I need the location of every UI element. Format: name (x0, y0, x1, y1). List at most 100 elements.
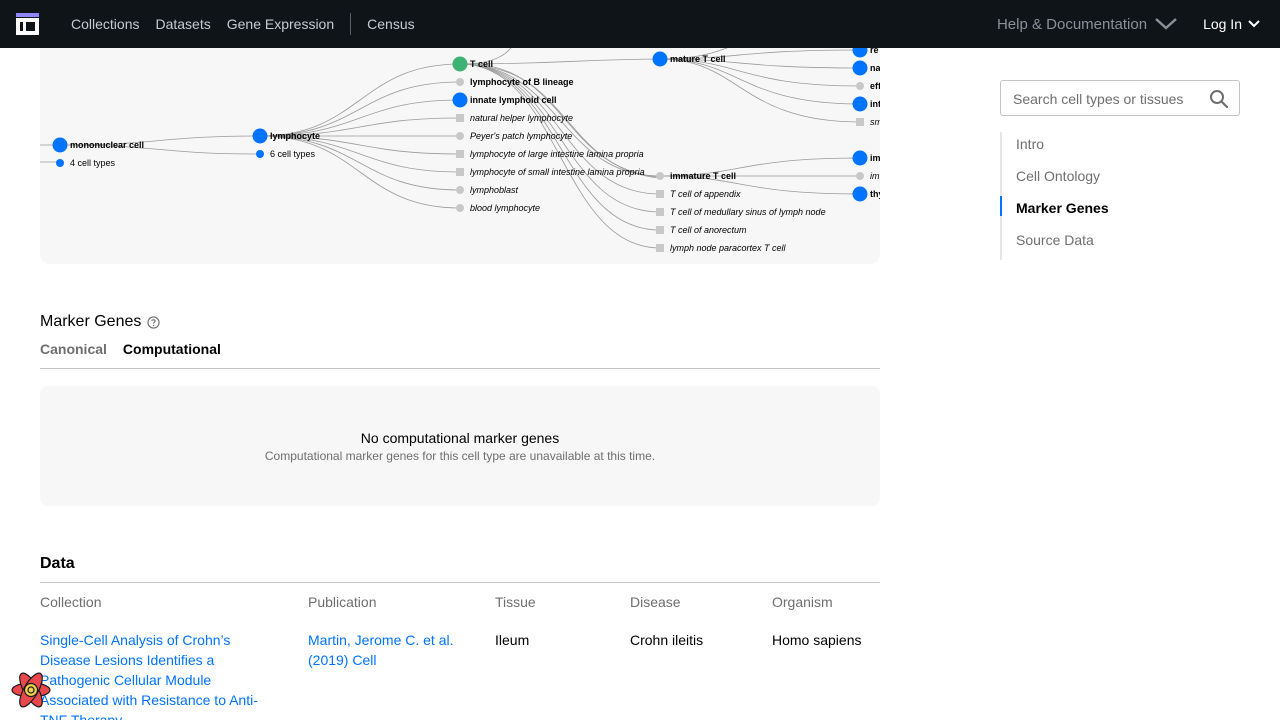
node-r5[interactable] (856, 118, 864, 126)
node-r3[interactable] (856, 82, 864, 90)
label-t-cell[interactable]: T cell (470, 59, 493, 69)
node-blood[interactable] (456, 204, 464, 212)
label-peyers[interactable]: Peyer's patch lymphocyte (470, 131, 572, 141)
label-small-intestine[interactable]: lymphocyte of small intestine lamina pro… (470, 167, 645, 177)
label-r2[interactable]: na (870, 63, 880, 73)
label-r7[interactable]: im (870, 171, 880, 181)
data-divider (40, 582, 880, 583)
marker-genes-heading: Marker Genes (40, 313, 161, 331)
marker-genes-title: Marker Genes (40, 313, 142, 330)
label-paracortex[interactable]: lymph node paracortex T cell (670, 243, 787, 253)
ontology-svg: mononuclear cell 4 cell types lymphocyte… (40, 37, 880, 253)
label-mononuclear[interactable]: mononuclear cell (70, 140, 144, 150)
organism-value: Homo sapiens (772, 632, 862, 648)
node-natural-helper[interactable] (456, 114, 464, 122)
ontology-nodes (52, 42, 868, 252)
search-icon[interactable] (1209, 89, 1229, 109)
label-mononuclear-count[interactable]: 4 cell types (70, 158, 116, 168)
help-circle-icon[interactable] (147, 315, 161, 329)
nav-collections[interactable]: Collections (71, 16, 139, 32)
node-r2[interactable] (852, 60, 868, 76)
node-r8[interactable] (852, 186, 868, 202)
label-innate[interactable]: innate lymphoid cell (470, 95, 557, 105)
empty-state-title: No computational marker genes (360, 430, 560, 446)
top-nav: Collections Datasets Gene Expression Cen… (0, 0, 1280, 48)
toc-source-data[interactable]: Source Data (1002, 228, 1200, 260)
label-immature-t[interactable]: immature T cell (670, 171, 736, 181)
disease-value: Crohn ileitis (630, 632, 704, 648)
node-mature-t[interactable] (652, 51, 668, 67)
cell-ontology-tree[interactable]: mononuclear cell 4 cell types lymphocyte… (40, 20, 880, 264)
label-lymphocyte[interactable]: lymphocyte (270, 131, 320, 141)
node-lymphoblast[interactable] (456, 186, 464, 194)
node-small-intestine[interactable] (456, 168, 464, 176)
tab-computational[interactable]: Computational (123, 341, 221, 357)
nav-links: Collections Datasets Gene Expression Cen… (71, 0, 415, 48)
label-b-lineage[interactable]: lymphocyte of B lineage (470, 77, 574, 87)
node-appendix[interactable] (656, 190, 664, 198)
node-t-cell[interactable] (452, 56, 468, 72)
help-documentation-menu[interactable]: Help & Documentation (997, 16, 1177, 33)
label-large-intestine[interactable]: lymphocyte of large intestine lamina pro… (470, 149, 644, 159)
search-input[interactable] (1013, 89, 1208, 109)
label-r3[interactable]: eff (870, 81, 880, 91)
column-header-organism: Organism (772, 594, 833, 610)
label-r8[interactable]: thy (870, 189, 880, 199)
tabs-divider (40, 368, 880, 369)
node-lymphocyte[interactable] (252, 128, 268, 144)
node-r6[interactable] (852, 150, 868, 166)
cellxgene-logo-icon[interactable] (16, 13, 39, 35)
nav-datasets[interactable]: Datasets (155, 16, 210, 32)
node-r4[interactable] (852, 96, 868, 112)
node-medullary[interactable] (656, 208, 664, 216)
node-innate[interactable] (452, 92, 468, 108)
column-header-collection: Collection (40, 594, 102, 610)
label-anorectum[interactable]: T cell of anorectum (670, 225, 747, 235)
label-lymphoblast[interactable]: lymphoblast (470, 185, 519, 195)
empty-state-subtitle: Computational marker genes for this cell… (264, 449, 656, 463)
help-label: Help & Documentation (996, 15, 1148, 33)
toc-marker-genes[interactable]: Marker Genes (1000, 196, 1200, 228)
label-mature-t[interactable]: mature T cell (670, 54, 726, 64)
tab-canonical[interactable]: Canonical (40, 341, 107, 357)
label-natural-helper[interactable]: natural helper lymphocyte (470, 113, 573, 123)
node-large-intestine[interactable] (456, 150, 464, 158)
nav-right: Help & Documentation Log In (997, 0, 1260, 48)
column-header-publication: Publication (308, 594, 377, 610)
dev-tools-react-icon[interactable] (10, 670, 52, 710)
label-appendix[interactable]: T cell of appendix (670, 189, 741, 199)
nav-gene-expression[interactable]: Gene Expression (227, 16, 334, 32)
login-menu[interactable]: Log In (1203, 16, 1260, 32)
chevron-down-icon (1248, 20, 1260, 28)
nav-census[interactable]: Census (367, 16, 414, 32)
node-paracortex[interactable] (656, 244, 664, 252)
node-peyers[interactable] (456, 132, 464, 140)
node-anorectum[interactable] (656, 226, 664, 234)
node-mononuclear[interactable] (52, 137, 68, 153)
node-b-lineage[interactable] (456, 78, 464, 86)
label-r6[interactable]: im (870, 153, 880, 163)
toc-intro[interactable]: Intro (1002, 132, 1200, 164)
tissue-value: Ileum (495, 632, 530, 648)
node-immature-t[interactable] (656, 172, 664, 180)
marker-genes-tabs: Canonical Computational (40, 341, 221, 357)
node-mononuclear-expand[interactable] (56, 159, 64, 167)
publication-link[interactable]: Martin, Jerome C. et al. (2019) Cell (308, 630, 478, 670)
data-heading: Data (40, 555, 75, 572)
empty-state: No computational marker genes Computatio… (40, 386, 880, 506)
table-of-contents: Intro Cell Ontology Marker Genes Source … (1000, 132, 1200, 260)
nav-divider (350, 13, 352, 35)
chevron-down-icon (1155, 18, 1177, 30)
column-header-disease: Disease (630, 594, 681, 610)
label-medullary[interactable]: T cell of medullary sinus of lymph node (670, 207, 826, 217)
label-blood[interactable]: blood lymphocyte (470, 203, 540, 213)
collection-link[interactable]: Single-Cell Analysis of Crohn’s Disease … (40, 630, 280, 720)
label-r4[interactable]: int (870, 99, 880, 109)
toc-cell-ontology[interactable]: Cell Ontology (1002, 164, 1200, 196)
login-label: Log In (1203, 16, 1242, 32)
label-lymphocyte-count[interactable]: 6 cell types (270, 149, 316, 159)
cell-type-search (1000, 80, 1240, 116)
node-lymphocyte-expand[interactable] (256, 150, 264, 158)
label-r5[interactable]: sm (870, 117, 880, 127)
node-r7[interactable] (856, 172, 864, 180)
